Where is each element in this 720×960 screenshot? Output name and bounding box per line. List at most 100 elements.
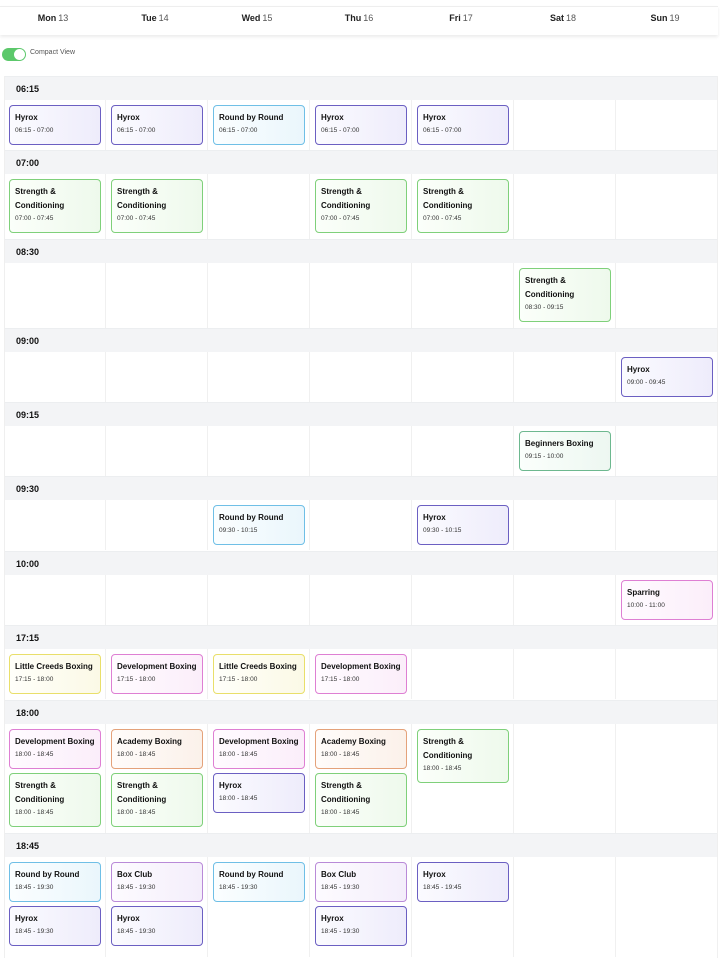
class-time: 18:00 - 18:45 xyxy=(117,751,156,758)
class-event-card[interactable]: Academy Boxing 18:00 - 18:45 xyxy=(315,729,407,769)
class-event-card[interactable]: Strength & Conditioning 08:30 - 09:15 xyxy=(519,268,611,322)
day-cell[interactable] xyxy=(311,500,412,550)
day-cell[interactable] xyxy=(515,174,616,239)
time-slot-label: 09:15 xyxy=(16,410,40,420)
day-cell[interactable] xyxy=(107,352,208,402)
day-cell[interactable] xyxy=(5,263,106,328)
class-event-card[interactable]: Development Boxing 17:15 - 18:00 xyxy=(111,654,203,694)
day-cell[interactable] xyxy=(617,857,718,957)
day-cell[interactable] xyxy=(515,352,616,402)
day-header-tue[interactable]: Tue 14 xyxy=(104,13,206,23)
class-event-card[interactable]: Strength & Conditioning 07:00 - 07:45 xyxy=(9,179,101,233)
class-time: 18:45 - 19:30 xyxy=(219,884,258,891)
day-cell[interactable] xyxy=(107,500,208,550)
class-event-card[interactable]: Hyrox 06:15 - 07:00 xyxy=(9,105,101,145)
class-event-card[interactable]: Hyrox 06:15 - 07:00 xyxy=(315,105,407,145)
day-cell[interactable] xyxy=(515,724,616,834)
day-header-sat[interactable]: Sat 18 xyxy=(512,13,614,23)
compact-view-toggle[interactable] xyxy=(2,48,26,61)
day-name: Thu xyxy=(344,13,362,23)
class-event-card[interactable]: Hyrox 09:30 - 10:15 xyxy=(417,505,509,545)
day-cell[interactable] xyxy=(209,426,310,476)
class-event-card[interactable]: Hyrox 09:00 - 09:45 xyxy=(621,357,713,397)
class-event-card[interactable]: Box Club 18:45 - 19:30 xyxy=(111,862,203,902)
class-event-card[interactable]: Hyrox 18:45 - 19:30 xyxy=(315,906,407,946)
class-event-card[interactable]: Little Creeds Boxing 17:15 - 18:00 xyxy=(9,654,101,694)
time-slot-row: Hyrox 06:15 - 07:00 Hyrox 06:15 - 07:00 Roun… xyxy=(5,100,718,150)
class-event-card[interactable]: Academy Boxing 18:00 - 18:45 xyxy=(111,729,203,769)
day-cell[interactable] xyxy=(311,263,412,328)
day-header-thu[interactable]: Thu 16 xyxy=(308,13,410,23)
day-cell[interactable] xyxy=(5,575,106,625)
day-cell[interactable] xyxy=(413,263,514,328)
day-cell[interactable] xyxy=(413,426,514,476)
class-event-card[interactable]: Hyrox 06:15 - 07:00 xyxy=(417,105,509,145)
day-cell[interactable] xyxy=(209,263,310,328)
class-event-card[interactable]: Development Boxing 17:15 - 18:00 xyxy=(315,654,407,694)
day-cell[interactable] xyxy=(617,724,718,834)
day-header-wed[interactable]: Wed 15 xyxy=(206,13,308,23)
day-cell[interactable] xyxy=(107,263,208,328)
day-cell[interactable] xyxy=(209,575,310,625)
day-cell[interactable] xyxy=(107,575,208,625)
time-slot-label: 09:00 xyxy=(16,336,40,346)
day-name: Sat xyxy=(549,13,564,23)
class-event-card[interactable]: Strength & Conditioning 18:00 - 18:45 xyxy=(9,773,101,827)
day-cell[interactable] xyxy=(5,352,106,402)
class-event-card[interactable]: Hyrox 06:15 - 07:00 xyxy=(111,105,203,145)
day-cell[interactable] xyxy=(311,352,412,402)
class-event-card[interactable]: Strength & Conditioning 07:00 - 07:45 xyxy=(315,179,407,233)
day-cell[interactable] xyxy=(515,575,616,625)
class-event-card[interactable]: Strength & Conditioning 18:00 - 18:45 xyxy=(315,773,407,827)
day-cell[interactable] xyxy=(413,575,514,625)
class-event-card[interactable]: Strength & Conditioning 07:00 - 07:45 xyxy=(111,179,203,233)
day-cell[interactable] xyxy=(5,500,106,550)
class-event-card[interactable]: Round by Round 18:45 - 19:30 xyxy=(9,862,101,902)
day-number: 15 xyxy=(262,13,273,23)
class-event-card[interactable]: Hyrox 18:45 - 19:45 xyxy=(417,862,509,902)
day-cell[interactable] xyxy=(107,426,208,476)
day-cell[interactable] xyxy=(617,649,718,699)
day-cell[interactable] xyxy=(617,263,718,328)
day-cell[interactable] xyxy=(209,174,310,239)
day-cell[interactable] xyxy=(617,426,718,476)
time-slot-label: 07:00 xyxy=(16,158,40,168)
day-cell[interactable] xyxy=(515,857,616,957)
class-event-card[interactable]: Hyrox 18:00 - 18:45 xyxy=(213,773,305,813)
day-cell[interactable] xyxy=(617,500,718,550)
day-header-mon[interactable]: Mon 13 xyxy=(2,13,104,23)
day-header-fri[interactable]: Fri 17 xyxy=(410,13,512,23)
class-event-card[interactable]: Strength & Conditioning 07:00 - 07:45 xyxy=(417,179,509,233)
day-cell[interactable] xyxy=(311,426,412,476)
class-event-card[interactable]: Development Boxing 18:00 - 18:45 xyxy=(9,729,101,769)
class-event-card[interactable]: Little Creeds Boxing 17:15 - 18:00 xyxy=(213,654,305,694)
class-time: 18:00 - 18:45 xyxy=(219,751,258,758)
time-slot-header: 17:15 xyxy=(5,625,717,649)
day-cell[interactable] xyxy=(617,100,718,150)
class-event-card[interactable]: Round by Round 09:30 - 10:15 xyxy=(213,505,305,545)
day-cell[interactable] xyxy=(311,575,412,625)
class-event-card[interactable]: Hyrox 18:45 - 19:30 xyxy=(111,906,203,946)
class-event-card[interactable]: Beginners Boxing 09:15 - 10:00 xyxy=(519,431,611,471)
class-event-card[interactable]: Development Boxing 18:00 - 18:45 xyxy=(213,729,305,769)
day-cell[interactable] xyxy=(413,649,514,699)
day-cell[interactable] xyxy=(515,100,616,150)
class-event-card[interactable]: Strength & Conditioning 18:00 - 18:45 xyxy=(417,729,509,783)
class-event-card[interactable]: Round by Round 06:15 - 07:00 xyxy=(213,105,305,145)
day-cell[interactable] xyxy=(515,649,616,699)
day-header-sun[interactable]: Sun 19 xyxy=(614,13,716,23)
day-cell[interactable] xyxy=(5,426,106,476)
class-title: Strength & Conditioning xyxy=(321,781,371,804)
day-cell[interactable] xyxy=(413,352,514,402)
class-time: 17:15 - 18:00 xyxy=(15,676,54,683)
day-cell[interactable] xyxy=(209,352,310,402)
class-event-card[interactable]: Sparring 10:00 - 11:00 xyxy=(621,580,713,620)
class-title: Round by Round xyxy=(15,870,80,879)
class-event-card[interactable]: Strength & Conditioning 18:00 - 18:45 xyxy=(111,773,203,827)
class-title: Development Boxing xyxy=(321,662,401,671)
class-event-card[interactable]: Round by Round 18:45 - 19:30 xyxy=(213,862,305,902)
class-event-card[interactable]: Hyrox 18:45 - 19:30 xyxy=(9,906,101,946)
day-cell[interactable] xyxy=(515,500,616,550)
day-cell[interactable] xyxy=(617,174,718,239)
class-event-card[interactable]: Box Club 18:45 - 19:30 xyxy=(315,862,407,902)
